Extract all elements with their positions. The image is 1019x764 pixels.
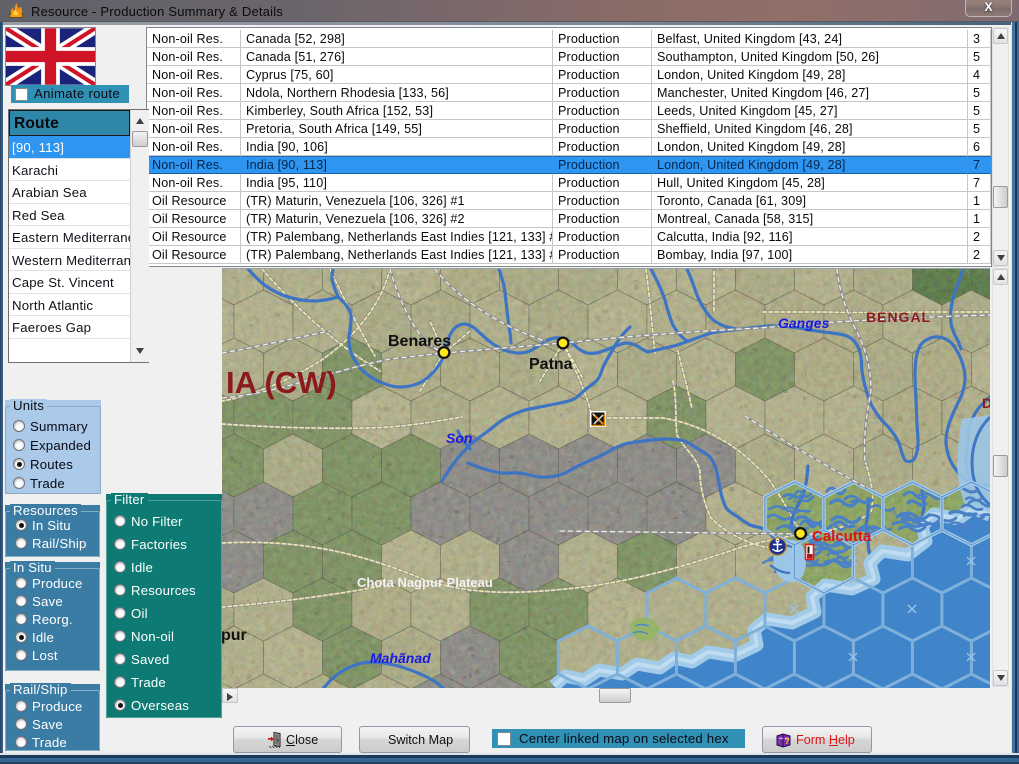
svg-text:Chota Nagpur Plateau: Chota Nagpur Plateau (357, 575, 493, 590)
svg-text:Patna: Patna (529, 356, 573, 373)
svg-text:Son: Son (446, 430, 472, 446)
svg-text:IA (CW): IA (CW) (226, 365, 337, 400)
svg-text:pur: pur (222, 627, 247, 644)
svg-text:Ganges: Ganges (778, 315, 830, 331)
svg-text:Mahãnad: Mahãnad (370, 650, 431, 666)
svg-text:D: D (982, 395, 990, 411)
svg-text:?: ? (785, 737, 790, 746)
svg-text:Calcutta: Calcutta (812, 528, 872, 545)
svg-text:BENGAL: BENGAL (866, 309, 931, 325)
